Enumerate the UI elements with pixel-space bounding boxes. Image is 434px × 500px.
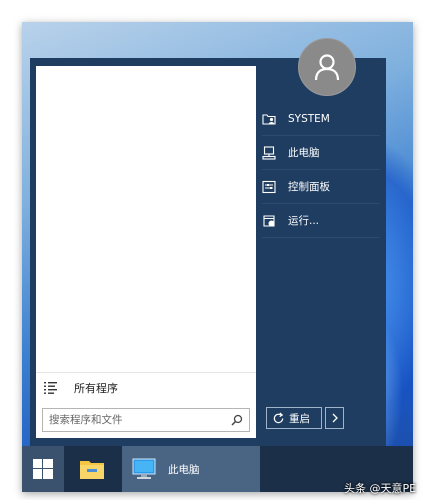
search-box[interactable] [42, 408, 250, 432]
user-folder-icon [262, 113, 276, 125]
programs-pane: 所有程序 [36, 66, 256, 438]
this-pc-taskbar-button[interactable]: 此电脑 [122, 446, 260, 492]
right-item-label: 运行... [288, 215, 320, 227]
computer-icon [262, 145, 276, 160]
right-item-label: 此电脑 [288, 147, 320, 159]
user-icon [314, 54, 340, 81]
search-input[interactable] [49, 414, 219, 426]
user-avatar[interactable] [298, 38, 356, 96]
restart-icon [273, 411, 284, 423]
file-explorer-button[interactable] [70, 446, 114, 492]
right-pane-list: SYSTEM 此电脑 控制面板 运行... [262, 102, 380, 238]
start-button[interactable] [22, 446, 64, 492]
this-pc-icon [132, 458, 156, 479]
run-icon [263, 214, 275, 227]
all-programs-label: 所有程序 [74, 382, 118, 395]
restart-button[interactable]: 重启 [266, 407, 322, 429]
right-item-control-panel[interactable]: 控制面板 [262, 170, 380, 204]
power-controls: 重启 [266, 407, 344, 429]
control-panel-icon [262, 180, 276, 193]
right-item-system[interactable]: SYSTEM [262, 102, 380, 136]
all-programs-button[interactable]: 所有程序 [36, 372, 256, 403]
right-item-label: 控制面板 [288, 181, 330, 193]
windows-logo-icon [33, 459, 53, 479]
start-menu: 所有程序 SYSTE [30, 38, 386, 446]
list-icon [44, 382, 57, 394]
chevron-right-icon [332, 413, 338, 423]
right-item-label: SYSTEM [288, 112, 330, 125]
right-item-run[interactable]: 运行... [262, 204, 380, 238]
file-explorer-icon [80, 461, 104, 479]
desktop: 所有程序 SYSTE [22, 22, 413, 492]
power-options-button[interactable] [325, 407, 344, 429]
search-icon[interactable] [231, 414, 243, 426]
restart-label: 重启 [289, 412, 310, 425]
right-item-this-pc[interactable]: 此电脑 [262, 136, 380, 170]
this-pc-taskbar-label: 此电脑 [168, 463, 200, 476]
watermark-text: 头条 @天意PE [344, 482, 417, 495]
